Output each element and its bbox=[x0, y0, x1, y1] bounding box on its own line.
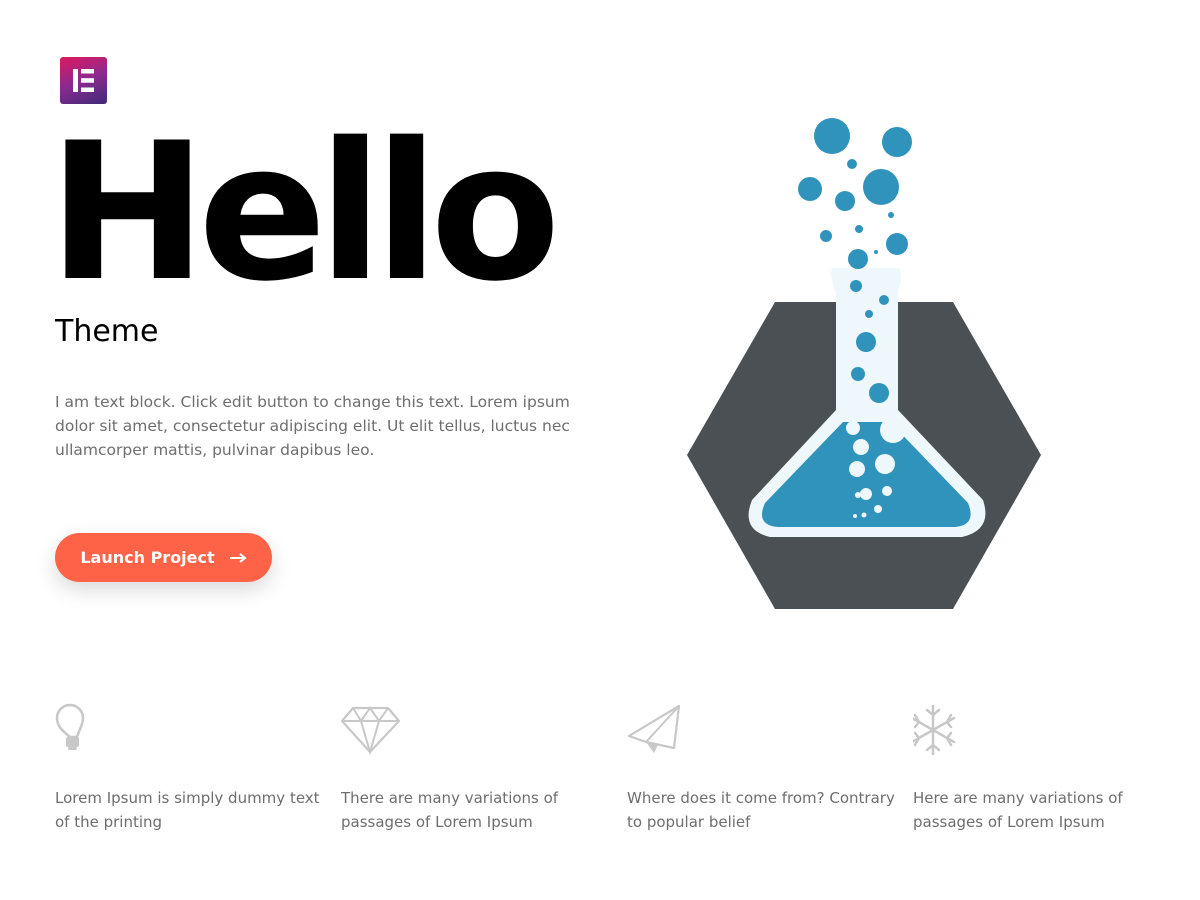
landing-page: Hello Theme I am text block. Click edit … bbox=[0, 0, 1200, 900]
diamond-icon bbox=[340, 700, 405, 756]
hero-body-text: I am text block. Click edit button to ch… bbox=[55, 393, 570, 459]
feature-text: Here are many variations of passages of … bbox=[913, 789, 1123, 831]
feature-item: Where does it come from? Contrary to pop… bbox=[627, 700, 897, 834]
feature-item: Lorem Ipsum is simply dummy text of the … bbox=[55, 700, 325, 834]
launch-project-button[interactable]: Launch Project bbox=[55, 533, 272, 582]
hero-title: Hello bbox=[48, 102, 561, 323]
feature-item: There are many variations of passages of… bbox=[340, 700, 611, 834]
arrow-right-icon bbox=[229, 552, 247, 563]
flask-hexagon-icon bbox=[660, 110, 1070, 620]
feature-text: Lorem Ipsum is simply dummy text of the … bbox=[55, 789, 320, 831]
feature-text: Where does it come from? Contrary to pop… bbox=[627, 789, 895, 831]
feature-item: Here are many variations of passages of … bbox=[910, 700, 1183, 834]
hero-subtitle: Theme bbox=[55, 314, 159, 349]
feature-text: There are many variations of passages of… bbox=[341, 789, 559, 831]
paper-plane-icon bbox=[627, 700, 691, 756]
launch-project-label: Launch Project bbox=[80, 548, 215, 567]
snowflake-icon bbox=[910, 700, 977, 756]
lightbulb-icon bbox=[55, 700, 119, 756]
elementor-logo-icon[interactable] bbox=[60, 57, 107, 104]
